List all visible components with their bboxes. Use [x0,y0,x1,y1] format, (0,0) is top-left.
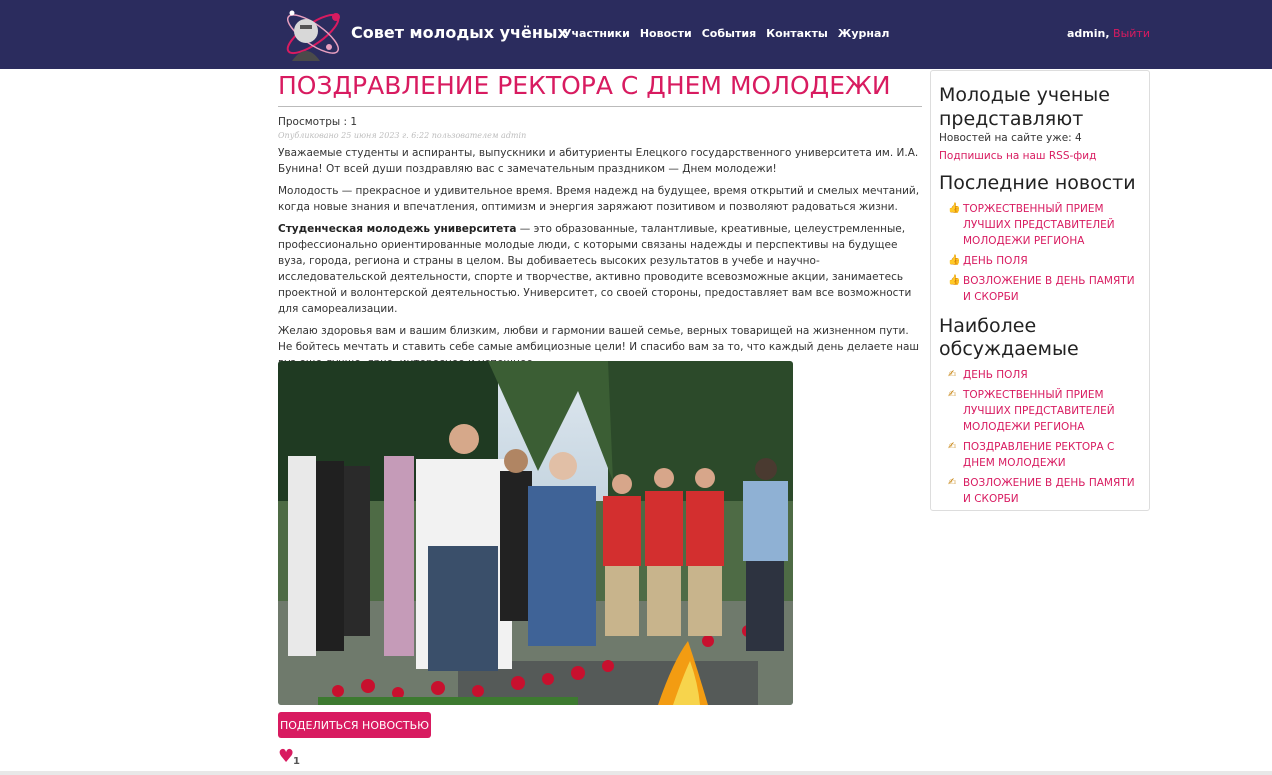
user-area: admin, Выйти [1067,27,1150,40]
writing-hand-icon: ✍ [948,441,957,452]
popular-news-link[interactable]: ПОЗДРАВЛЕНИЕ РЕКТОРА С ДНЕМ МОЛОДЕЖИ [963,439,1141,471]
article-paragraph-3: Студенческая молодежь университета — это… [278,221,922,317]
top-navbar: Совет молодых учёных Участники Новости С… [0,0,1272,69]
latest-news-link[interactable]: ТОРЖЕСТВЕННЫЙ ПРИЕМ ЛУЧШИХ ПРЕДСТАВИТЕЛЕ… [963,201,1141,249]
nav-participants[interactable]: Участники [563,27,630,40]
nav-contacts[interactable]: Контакты [766,27,828,40]
main-nav: Участники Новости События Контакты Журна… [563,27,889,40]
list-item: ✍ ПОЗДРАВЛЕНИЕ РЕКТОРА С ДНЕМ МОЛОДЕЖИ [948,439,1141,471]
latest-news-list: 👍 ТОРЖЕСТВЕННЫЙ ПРИЕМ ЛУЧШИХ ПРЕДСТАВИТЕ… [939,201,1141,305]
writing-hand-icon: ✍ [948,477,957,488]
thumbs-up-icon: 👍 [948,275,961,286]
latest-news-link[interactable]: ДЕНЬ ПОЛЯ [963,253,1028,269]
popular-news-link[interactable]: ТОРЖЕСТВЕННЫЙ ПРИЕМ ЛУЧШИХ ПРЕДСТАВИТЕЛЕ… [963,387,1141,435]
bottom-scrollbar[interactable] [0,771,1272,775]
list-item: 👍 ВОЗЛОЖЕНИЕ В ДЕНЬ ПАМЯТИ И СКОРБИ [948,273,1141,305]
popular-news-list: ✍ ДЕНЬ ПОЛЯ ✍ ТОРЖЕСТВЕННЫЙ ПРИЕМ ЛУЧШИХ… [939,367,1141,507]
popular-news-heading: Наиболее обсуждаемые [939,315,1079,360]
writing-hand-icon: ✍ [948,389,957,400]
thumbs-up-icon: 👍 [948,255,961,266]
latest-news-link[interactable]: ВОЗЛОЖЕНИЕ В ДЕНЬ ПАМЯТИ И СКОРБИ [963,273,1141,305]
publication-meta: Опубликовано 25 июня 2023 г. 6:22 пользо… [278,131,527,140]
sidebar-title: Молодые ученые представляют [939,84,1110,130]
list-item: ✍ ВОЗЛОЖЕНИЕ В ДЕНЬ ПАМЯТИ И СКОРБИ [948,475,1141,507]
heart-icon[interactable]: ♥ [278,746,294,767]
article-paragraph-1: Уважаемые студенты и аспиранты, выпускни… [278,147,919,175]
list-item: ✍ ДЕНЬ ПОЛЯ [948,367,1141,383]
latest-news-heading: Последние новости [939,172,1136,194]
article: ПОЗДРАВЛЕНИЕ РЕКТОРА С ДНЕМ МОЛОДЕЖИ Про… [278,70,922,371]
article-bold-phrase: Студенческая молодежь университета [278,223,517,235]
username: admin, [1067,27,1110,40]
share-news-button[interactable]: ПОДЕЛИТЬСЯ НОВОСТЬЮ [278,712,431,738]
sidebar: Молодые ученые представляют Новостей на … [930,70,1150,511]
rss-link[interactable]: Подпишись на наш RSS-фид [939,150,1141,162]
article-paragraph-3-text: — это образованные, талантливые, креатив… [278,223,912,315]
nav-journal[interactable]: Журнал [838,27,890,40]
views-count: Просмотры : 1 [278,116,358,128]
popular-news-link[interactable]: ДЕНЬ ПОЛЯ [963,367,1028,383]
thumbs-up-icon: 👍 [948,203,961,214]
article-photo[interactable] [278,361,793,705]
article-title: ПОЗДРАВЛЕНИЕ РЕКТОРА С ДНЕМ МОЛОДЕЖИ [278,70,922,107]
writing-hand-icon: ✍ [948,369,957,380]
list-item: 👍 ТОРЖЕСТВЕННЫЙ ПРИЕМ ЛУЧШИХ ПРЕДСТАВИТЕ… [948,201,1141,249]
news-count: Новостей на сайте уже: 4 [939,132,1082,144]
brand-name[interactable]: Совет молодых учёных [351,23,568,42]
logout-link[interactable]: Выйти [1113,27,1150,40]
nav-events[interactable]: События [702,27,756,40]
nav-news[interactable]: Новости [640,27,692,40]
list-item: ✍ ТОРЖЕСТВЕННЫЙ ПРИЕМ ЛУЧШИХ ПРЕДСТАВИТЕ… [948,387,1141,435]
logo-icon[interactable] [280,3,346,65]
list-item: 👍 ДЕНЬ ПОЛЯ [948,253,1141,269]
like-count: 1 [293,756,300,767]
article-paragraph-2: Молодость — прекрасное и удивительное вр… [278,185,920,213]
popular-news-link[interactable]: ВОЗЛОЖЕНИЕ В ДЕНЬ ПАМЯТИ И СКОРБИ [963,475,1141,507]
